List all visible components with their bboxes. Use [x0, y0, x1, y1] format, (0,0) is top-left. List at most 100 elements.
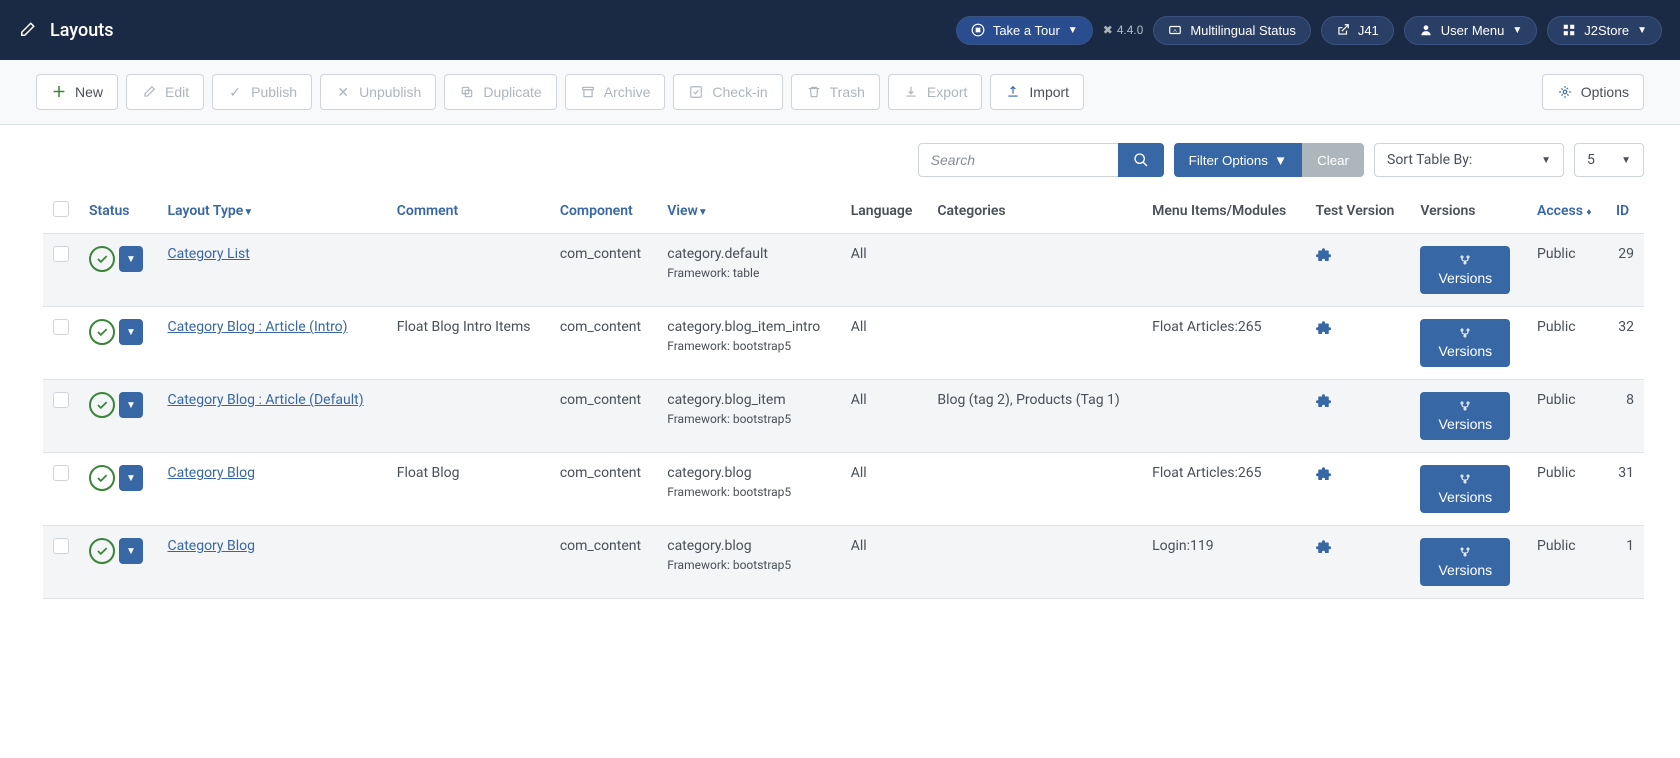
- table-header-row: Status Layout Type▼ Comment Component Vi…: [43, 189, 1644, 234]
- row-checkbox[interactable]: [53, 538, 69, 554]
- puzzle-icon[interactable]: [1316, 465, 1401, 483]
- puzzle-icon[interactable]: [1316, 246, 1401, 264]
- copy-icon: [459, 84, 475, 100]
- multilingual-status-button[interactable]: A Multilingual Status: [1153, 16, 1311, 45]
- filter-options-button[interactable]: Filter Options ▼: [1174, 143, 1302, 177]
- status-published-icon[interactable]: [89, 465, 115, 491]
- view-name: category.blog_item: [667, 392, 830, 408]
- sort-icon: ♦: [1586, 207, 1591, 218]
- chevron-down-icon: ▼: [1274, 153, 1287, 168]
- table-row: ▼Category Blogcom_contentcategory.blogFr…: [43, 526, 1644, 599]
- search-input[interactable]: [918, 143, 1118, 177]
- status-published-icon[interactable]: [89, 392, 115, 418]
- trash-icon: [806, 84, 822, 100]
- view-name: category.blog: [667, 538, 830, 554]
- branch-icon: [1459, 327, 1471, 339]
- status-published-icon[interactable]: [89, 319, 115, 345]
- versions-button[interactable]: Versions: [1420, 538, 1510, 586]
- id-cell: 32: [1606, 307, 1644, 380]
- language-cell: All: [841, 380, 928, 453]
- col-component[interactable]: Component: [550, 189, 657, 234]
- status-dropdown-toggle[interactable]: ▼: [119, 465, 143, 491]
- versions-label: Versions: [1438, 416, 1492, 432]
- comment-cell: Float Blog: [387, 453, 550, 526]
- publish-button[interactable]: ✓ Publish: [212, 74, 312, 110]
- sort-select[interactable]: Sort Table By: ▼: [1374, 143, 1564, 177]
- user-menu-button[interactable]: User Menu ▼: [1404, 16, 1537, 45]
- options-button[interactable]: Options: [1542, 74, 1644, 110]
- branch-icon: [1459, 473, 1471, 485]
- status-published-icon[interactable]: [89, 246, 115, 272]
- id-cell: 29: [1606, 234, 1644, 307]
- col-access[interactable]: Access ♦: [1527, 189, 1606, 234]
- import-button[interactable]: Import: [990, 74, 1084, 110]
- col-comment[interactable]: Comment: [387, 189, 550, 234]
- export-button[interactable]: Export: [888, 74, 982, 110]
- access-cell: Public: [1527, 453, 1606, 526]
- layout-type-link[interactable]: Category Blog: [167, 465, 255, 481]
- versions-button[interactable]: Versions: [1420, 465, 1510, 513]
- col-status[interactable]: Status: [79, 189, 157, 234]
- search-icon: [1133, 152, 1149, 168]
- row-checkbox[interactable]: [53, 392, 69, 408]
- status-dropdown-toggle[interactable]: ▼: [119, 246, 143, 272]
- menu-items-cell: [1142, 234, 1305, 307]
- col-view[interactable]: View▼: [657, 189, 840, 234]
- layout-type-link[interactable]: Category Blog: [167, 538, 255, 554]
- component-cell: com_content: [550, 234, 657, 307]
- col-layout-type[interactable]: Layout Type▼: [157, 189, 386, 234]
- open-site-button[interactable]: J41: [1321, 16, 1394, 45]
- status-published-icon[interactable]: [89, 538, 115, 564]
- chevron-down-icon: ▼: [1541, 155, 1551, 166]
- limit-select[interactable]: 5 ▼: [1574, 143, 1644, 177]
- menu-items-cell: [1142, 380, 1305, 453]
- framework-text: Framework: table: [667, 266, 830, 280]
- row-checkbox[interactable]: [53, 465, 69, 481]
- row-checkbox[interactable]: [53, 246, 69, 262]
- status-dropdown-toggle[interactable]: ▼: [119, 319, 143, 345]
- pencil-icon: [141, 84, 157, 100]
- versions-label: Versions: [1438, 562, 1492, 578]
- layouts-table: Status Layout Type▼ Comment Component Vi…: [43, 189, 1644, 599]
- access-cell: Public: [1527, 526, 1606, 599]
- versions-label: Versions: [1438, 489, 1492, 505]
- status-dropdown-toggle[interactable]: ▼: [119, 392, 143, 418]
- unpublish-button[interactable]: ✕ Unpublish: [320, 74, 436, 110]
- clear-button[interactable]: Clear: [1302, 143, 1364, 177]
- table-row: ▼Category BlogFloat Blogcom_contentcateg…: [43, 453, 1644, 526]
- component-cell: com_content: [550, 307, 657, 380]
- status-dropdown-toggle[interactable]: ▼: [119, 538, 143, 564]
- layout-type-link[interactable]: Category List: [167, 246, 249, 262]
- layout-type-link[interactable]: Category Blog : Article (Intro): [167, 319, 347, 335]
- archive-button[interactable]: Archive: [565, 74, 666, 110]
- new-button[interactable]: ＋ New: [36, 74, 118, 110]
- toolbar: ＋ New Edit ✓ Publish ✕ Unpublish Duplica…: [0, 60, 1680, 125]
- external-link-icon: [1336, 23, 1350, 37]
- checkin-button[interactable]: Check-in: [673, 74, 782, 110]
- id-cell: 1: [1606, 526, 1644, 599]
- download-icon: [903, 84, 919, 100]
- puzzle-icon[interactable]: [1316, 392, 1401, 410]
- trash-button[interactable]: Trash: [791, 74, 880, 110]
- j2store-button[interactable]: J2Store ▼: [1547, 16, 1662, 45]
- duplicate-button[interactable]: Duplicate: [444, 74, 556, 110]
- header-right: Take a Tour ▼ ✖ 4.4.0 A Multilingual Sta…: [956, 16, 1662, 45]
- row-checkbox[interactable]: [53, 319, 69, 335]
- versions-button[interactable]: Versions: [1420, 319, 1510, 367]
- layout-type-link[interactable]: Category Blog : Article (Default): [167, 392, 363, 408]
- edit-button[interactable]: Edit: [126, 74, 204, 110]
- puzzle-icon[interactable]: [1316, 538, 1401, 556]
- search-button[interactable]: [1118, 143, 1164, 177]
- select-all-checkbox[interactable]: [53, 201, 69, 217]
- menu-items-cell: Login:119: [1142, 526, 1305, 599]
- chevron-down-icon: ▼: [1637, 25, 1647, 36]
- puzzle-icon[interactable]: [1316, 319, 1401, 337]
- framework-text: Framework: bootstrap5: [667, 339, 830, 353]
- menu-items-cell: Float Articles:265: [1142, 453, 1305, 526]
- access-cell: Public: [1527, 307, 1606, 380]
- versions-button[interactable]: Versions: [1420, 392, 1510, 440]
- col-id[interactable]: ID: [1606, 189, 1644, 234]
- take-tour-button[interactable]: Take a Tour ▼: [956, 16, 1093, 45]
- compass-icon: [971, 23, 985, 37]
- versions-button[interactable]: Versions: [1420, 246, 1510, 294]
